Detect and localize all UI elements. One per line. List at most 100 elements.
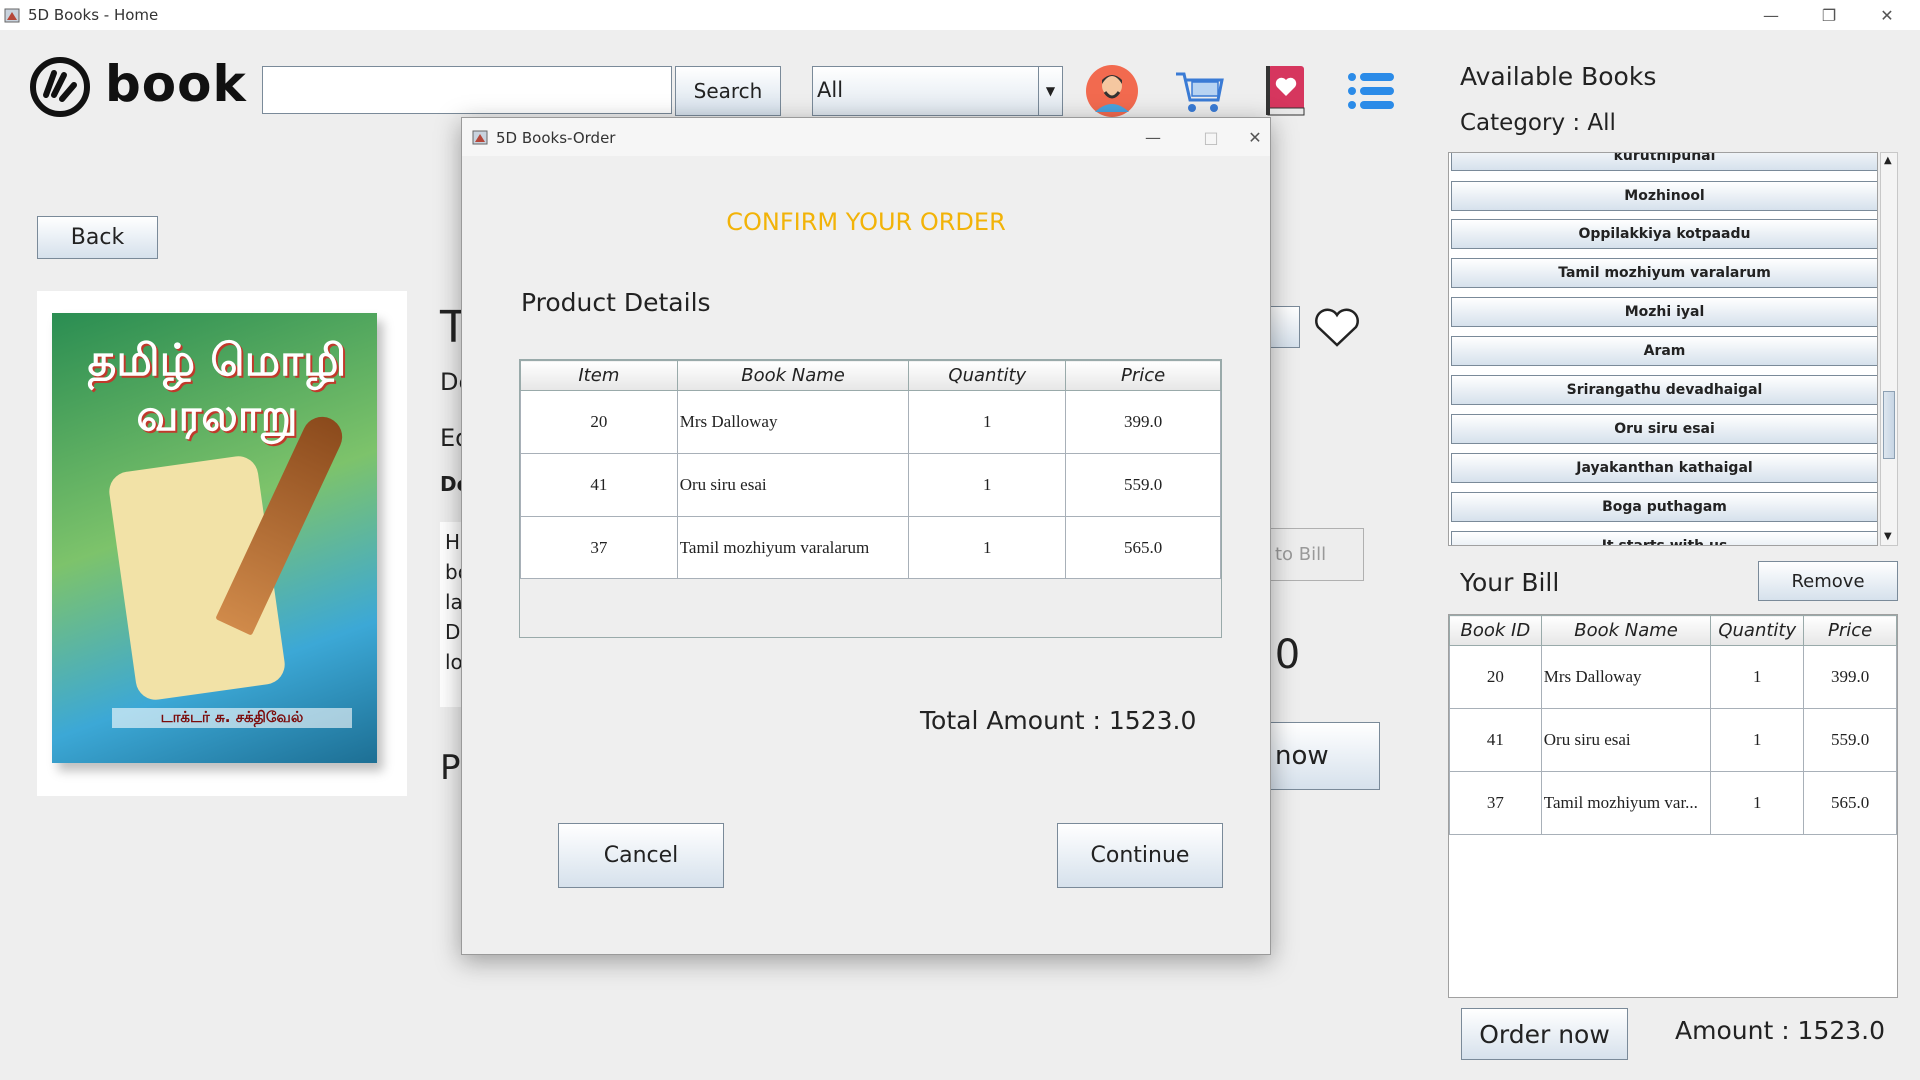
order-now-button[interactable]: Order now bbox=[1461, 1008, 1628, 1060]
table-cell: 399.0 bbox=[1065, 390, 1221, 454]
table-row[interactable]: 37 Tamil mozhiyum var... 1 565.0 bbox=[1449, 771, 1897, 835]
column-header[interactable]: Book Name bbox=[676, 360, 910, 391]
product-table-header: Item Book Name Quantity Price bbox=[520, 360, 1221, 391]
table-cell: 1 bbox=[1710, 708, 1805, 772]
book-button[interactable]: Oru siru esai bbox=[1451, 414, 1877, 444]
book-button[interactable]: Oppilakkiya kotpaadu bbox=[1451, 219, 1877, 249]
close-button[interactable]: ✕ bbox=[1858, 0, 1916, 30]
table-cell: 559.0 bbox=[1065, 453, 1221, 517]
table-cell: Oru siru esai bbox=[1540, 708, 1712, 772]
price-label-fragment: P bbox=[440, 748, 461, 788]
your-bill-title: Your Bill bbox=[1460, 568, 1560, 597]
column-header[interactable]: Quantity bbox=[908, 360, 1067, 391]
table-cell: Oru siru esai bbox=[676, 453, 910, 517]
book-button[interactable]: Boga puthagam bbox=[1451, 492, 1877, 522]
table-cell: 41 bbox=[520, 453, 678, 517]
books-scrollbar[interactable]: ▲ ▼ bbox=[1880, 152, 1898, 546]
heart-icon[interactable] bbox=[1310, 305, 1364, 353]
cancel-button[interactable]: Cancel bbox=[558, 823, 724, 888]
confirm-heading: CONFIRM YOUR ORDER bbox=[726, 208, 1006, 236]
column-header[interactable]: Quantity bbox=[1710, 615, 1805, 646]
table-cell: 565.0 bbox=[1803, 771, 1897, 835]
column-header[interactable]: Price bbox=[1065, 360, 1221, 391]
table-cell: 1 bbox=[1710, 645, 1805, 709]
search-input[interactable] bbox=[262, 66, 672, 114]
dialog-maximize-button: □ bbox=[1203, 127, 1219, 147]
column-header[interactable]: Item bbox=[520, 360, 678, 391]
bill-table[interactable]: Book ID Book Name Quantity Price 20 Mrs … bbox=[1448, 614, 1898, 998]
menu-list-icon[interactable] bbox=[1343, 62, 1401, 120]
book-button[interactable]: kuruthipunal bbox=[1451, 153, 1877, 171]
column-header[interactable]: Book Name bbox=[1540, 615, 1712, 646]
add-to-bill-button[interactable]: to Bill bbox=[1262, 528, 1364, 581]
table-row[interactable]: 41 Oru siru esai 1 559.0 bbox=[1449, 708, 1897, 772]
window-title: 5D Books - Home bbox=[28, 6, 159, 24]
table-cell: 399.0 bbox=[1803, 645, 1897, 709]
table-row[interactable]: 20 Mrs Dalloway 1 399.0 bbox=[1449, 645, 1897, 709]
table-row[interactable]: 37 Tamil mozhiyum varalarum 1 565.0 bbox=[520, 516, 1221, 579]
table-row[interactable]: 20 Mrs Dalloway 1 399.0 bbox=[520, 390, 1221, 454]
scroll-up-icon[interactable]: ▲ bbox=[1884, 155, 1892, 166]
product-details-label: Product Details bbox=[521, 288, 711, 317]
book-button[interactable]: Srirangathu devadhaigal bbox=[1451, 375, 1877, 405]
dialog-minimize-button[interactable]: — bbox=[1124, 118, 1182, 156]
table-row[interactable]: 41 Oru siru esai 1 559.0 bbox=[520, 453, 1221, 517]
product-details-table[interactable]: Item Book Name Quantity Price 20 Mrs Dal… bbox=[519, 359, 1222, 638]
restore-button[interactable]: ❐ bbox=[1800, 0, 1858, 30]
app-logo: book bbox=[30, 55, 250, 120]
table-cell: 20 bbox=[520, 390, 678, 454]
cart-icon[interactable] bbox=[1170, 62, 1228, 120]
category-select[interactable]: All ▼ bbox=[812, 66, 1063, 116]
column-header[interactable]: Book ID bbox=[1449, 615, 1542, 646]
remove-button[interactable]: Remove bbox=[1758, 561, 1898, 601]
table-cell: 565.0 bbox=[1065, 516, 1221, 579]
order-dialog: 5D Books-Order — □ ✕ CONFIRM YOUR ORDER … bbox=[461, 117, 1271, 955]
profile-icon[interactable] bbox=[1083, 62, 1141, 120]
main-titlebar: 5D Books - Home — ❐ ✕ bbox=[0, 0, 1920, 30]
total-amount-label: Total Amount : 1523.0 bbox=[920, 706, 1197, 735]
book-button[interactable]: Tamil mozhiyum varalarum bbox=[1451, 258, 1877, 288]
table-cell: 559.0 bbox=[1803, 708, 1897, 772]
dialog-title: 5D Books-Order bbox=[496, 129, 616, 147]
search-button[interactable]: Search bbox=[675, 66, 781, 116]
java-app-icon bbox=[4, 6, 22, 24]
logo-text: book bbox=[105, 55, 247, 113]
column-header[interactable]: Price bbox=[1803, 615, 1897, 646]
buy-now-button[interactable]: now bbox=[1262, 722, 1380, 790]
book-button[interactable]: Aram bbox=[1451, 336, 1877, 366]
scroll-thumb[interactable] bbox=[1883, 391, 1895, 459]
description-line: D bbox=[445, 620, 461, 644]
table-cell: 1 bbox=[908, 453, 1067, 517]
table-cell: 1 bbox=[908, 390, 1067, 454]
book-button[interactable]: Mozhinool bbox=[1451, 181, 1877, 211]
continue-button[interactable]: Continue bbox=[1057, 823, 1223, 888]
dialog-close-button[interactable]: ✕ bbox=[1240, 118, 1270, 156]
table-cell: 37 bbox=[1449, 771, 1542, 835]
minimize-button[interactable]: — bbox=[1742, 0, 1800, 30]
java-app-icon bbox=[472, 128, 490, 146]
table-cell: Tamil mozhiyum varalarum bbox=[676, 516, 910, 579]
book-button[interactable]: Jayakanthan kathaigal bbox=[1451, 453, 1877, 483]
back-button[interactable]: Back bbox=[37, 216, 158, 259]
table-cell: 37 bbox=[520, 516, 678, 579]
scroll-down-icon[interactable]: ▼ bbox=[1884, 531, 1892, 542]
dialog-titlebar: 5D Books-Order — □ ✕ bbox=[462, 118, 1270, 156]
table-cell: Mrs Dalloway bbox=[1540, 645, 1712, 709]
table-cell: 1 bbox=[1710, 771, 1805, 835]
chevron-down-icon[interactable]: ▼ bbox=[1038, 67, 1062, 115]
book-button[interactable]: It starts with us bbox=[1451, 531, 1877, 545]
available-books-list[interactable]: kuruthipunal Mozhinool Oppilakkiya kotpa… bbox=[1448, 152, 1878, 546]
table-cell: 41 bbox=[1449, 708, 1542, 772]
table-cell: Mrs Dalloway bbox=[676, 390, 910, 454]
book-button[interactable]: Mozhi iyal bbox=[1451, 297, 1877, 327]
hand-logo-icon bbox=[30, 57, 90, 117]
bill-table-header: Book ID Book Name Quantity Price bbox=[1449, 615, 1897, 646]
available-books-title: Available Books bbox=[1460, 62, 1657, 91]
book-cover-image: தமிழ் மொழி வரலாறு டாக்டர் சு. சக்திவேல் bbox=[52, 313, 377, 763]
table-cell: 20 bbox=[1449, 645, 1542, 709]
category-label: Category : All bbox=[1460, 110, 1616, 136]
table-cell: 1 bbox=[908, 516, 1067, 579]
cover-author: டாக்டர் சு. சக்திவேல் bbox=[112, 708, 352, 728]
category-select-value: All bbox=[817, 78, 844, 102]
wishlist-book-icon[interactable] bbox=[1258, 62, 1316, 120]
